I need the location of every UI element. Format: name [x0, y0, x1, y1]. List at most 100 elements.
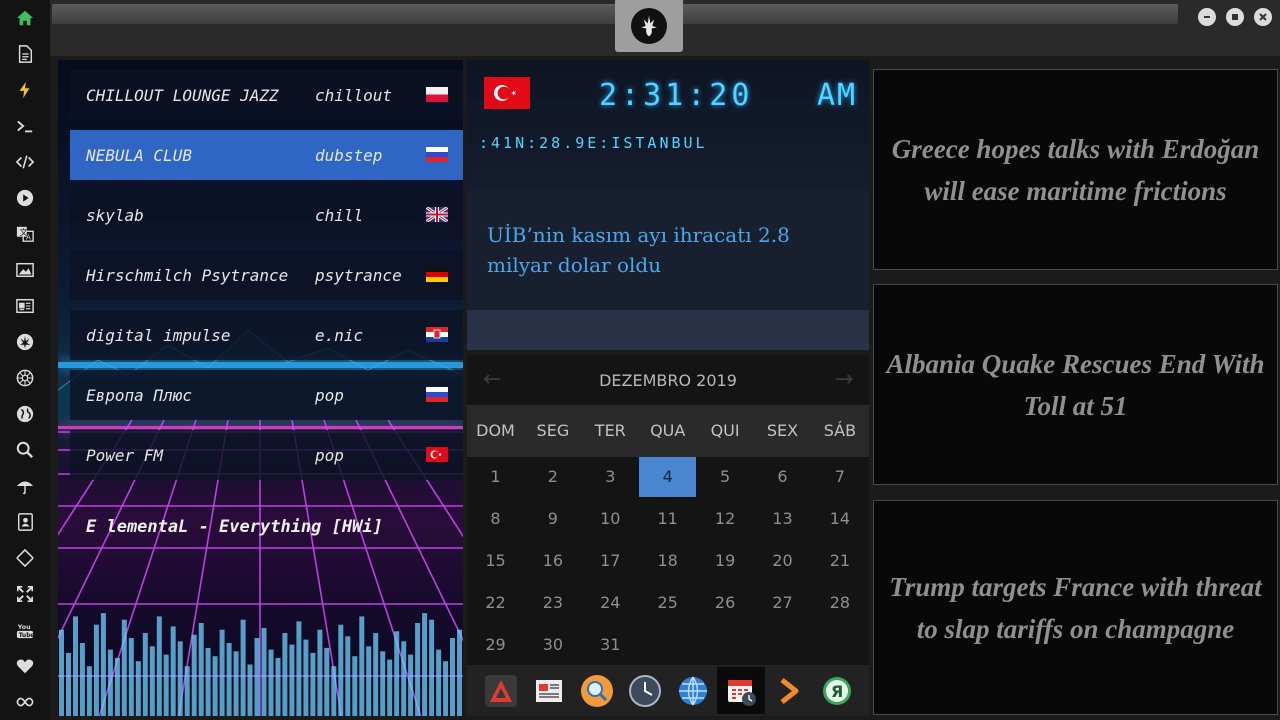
lightning-icon[interactable]: [10, 75, 40, 105]
calendar-date-cell[interactable]: 7: [811, 457, 868, 497]
headline-card-1[interactable]: Greece hopes talks with Erdoğan will eas…: [873, 69, 1278, 270]
calendar-next-arrow-icon[interactable]: →: [835, 367, 853, 392]
headline-card-3[interactable]: Trump targets France with threat to slap…: [873, 500, 1278, 715]
browser-globe-icon[interactable]: [669, 667, 717, 714]
station-row[interactable]: NEBULA CLUB dubstep: [70, 130, 463, 180]
calendar-date-cell[interactable]: 8: [467, 499, 524, 539]
minimize-button[interactable]: [1198, 8, 1216, 26]
radio-panel: CHILLOUT LOUNGE JAZZ chillout NEBULA CLUB d…: [58, 60, 463, 716]
app-dock: Я: [467, 665, 869, 716]
calendar-date-cell[interactable]: 3: [582, 457, 639, 497]
home-icon[interactable]: [10, 3, 40, 33]
newspaper-icon[interactable]: [525, 667, 573, 714]
calendar-date-cell[interactable]: 6: [754, 457, 811, 497]
calendar-date-cell[interactable]: 11: [639, 499, 696, 539]
image-icon[interactable]: [10, 255, 40, 285]
forward-arrow-icon[interactable]: [765, 667, 813, 714]
emblem-tab[interactable]: [615, 0, 683, 52]
calendar-date-cell[interactable]: 29: [467, 625, 524, 665]
launcher-icon[interactable]: [477, 667, 525, 714]
calendar-date-cell[interactable]: 19: [697, 541, 754, 581]
contacts-icon[interactable]: [10, 507, 40, 537]
empire-icon[interactable]: [10, 363, 40, 393]
calendar-date-cell[interactable]: 14: [811, 499, 868, 539]
translate-icon[interactable]: 文A: [10, 219, 40, 249]
play-icon[interactable]: [10, 183, 40, 213]
headline-card-2[interactable]: Albania Quake Rescues End With Toll at 5…: [873, 284, 1278, 485]
calendar-date-cell[interactable]: 1: [467, 457, 524, 497]
calendar-prev-arrow-icon[interactable]: ←: [483, 367, 501, 392]
calendar-date-cell[interactable]: 24: [582, 583, 639, 623]
calendar-date-cell[interactable]: 10: [582, 499, 639, 539]
calendar-date-cell[interactable]: 16: [524, 541, 581, 581]
calendar-date-cell[interactable]: 31: [582, 625, 639, 665]
expand-icon[interactable]: [10, 579, 40, 609]
calendar-date-cell[interactable]: 20: [754, 541, 811, 581]
station-row[interactable]: skylab chill: [70, 190, 463, 240]
station-row[interactable]: digital impulse e.nic: [70, 310, 463, 360]
transfer-icon[interactable]: [10, 543, 40, 573]
umbrella-icon[interactable]: [10, 471, 40, 501]
station-row[interactable]: CHILLOUT LOUNGE JAZZ chillout: [70, 70, 463, 120]
clock-ampm: AM: [817, 78, 858, 113]
close-button[interactable]: [1254, 8, 1272, 26]
calendar-date-cell[interactable]: 15: [467, 541, 524, 581]
station-row[interactable]: Hirschmilch Psytrance psytrance: [70, 250, 463, 300]
germany-flag-icon: [426, 267, 448, 282]
equalizer-bar: [296, 621, 302, 716]
calendar-date-cell[interactable]: 17: [582, 541, 639, 581]
calendar-date-cell[interactable]: 23: [524, 583, 581, 623]
headline-text[interactable]: Greece hopes talks with Erdoğan will eas…: [884, 128, 1267, 212]
equalizer-bar: [86, 666, 92, 716]
equalizer-bar: [359, 616, 365, 716]
calendar-today-cell[interactable]: 4: [639, 457, 697, 497]
news-icon[interactable]: [10, 291, 40, 321]
calendar-date-cell[interactable]: 26: [697, 583, 754, 623]
calendar-date-cell[interactable]: 21: [811, 541, 868, 581]
search-app-icon[interactable]: [573, 667, 621, 714]
equalizer-bar: [261, 628, 267, 716]
youtube-icon[interactable]: You Tube: [10, 615, 40, 645]
calendar-date-cell[interactable]: 5: [697, 457, 754, 497]
calendar-date-cell[interactable]: 2: [524, 457, 581, 497]
local-news-headline[interactable]: UİB’nin kasım ayı ihracatı 2.8 milyar do…: [487, 220, 857, 280]
terminal-icon[interactable]: [10, 111, 40, 141]
calendar-date-cell[interactable]: 9: [524, 499, 581, 539]
station-row[interactable]: Европа Плюс pop: [70, 370, 463, 420]
rebel-alliance-icon[interactable]: [10, 327, 40, 357]
heart-icon[interactable]: [10, 651, 40, 681]
clock-app-icon[interactable]: [621, 667, 669, 714]
calendar-date-cell[interactable]: 22: [467, 583, 524, 623]
station-genre: psytrance: [315, 265, 402, 285]
local-news-card[interactable]: UİB’nin kasım ayı ihracatı 2.8 milyar do…: [467, 190, 869, 310]
search-icon[interactable]: [10, 435, 40, 465]
calendar-date-cell[interactable]: 13: [754, 499, 811, 539]
equalizer-bar: [135, 661, 141, 716]
equalizer-bar: [233, 651, 239, 716]
code-icon[interactable]: [10, 147, 40, 177]
top-bar: [50, 0, 1280, 56]
globe-icon[interactable]: [10, 399, 40, 429]
calendar-date-cell[interactable]: 18: [639, 541, 696, 581]
calendar-date-cell[interactable]: 30: [524, 625, 581, 665]
clock-location: :41N:28.9E:ISTANBUL: [479, 134, 708, 152]
equalizer-bar: [184, 666, 190, 716]
yandex-icon[interactable]: Я: [813, 667, 861, 714]
equalizer-bar: [324, 647, 330, 716]
calendar-date-cell[interactable]: 25: [639, 583, 696, 623]
infinity-icon[interactable]: [10, 687, 40, 717]
turkey-flag-icon: [484, 77, 530, 109]
headline-text[interactable]: Trump targets France with threat to slap…: [884, 566, 1267, 650]
equalizer-bar: [457, 629, 462, 716]
calendar-date-cell[interactable]: 27: [754, 583, 811, 623]
headline-text[interactable]: Albania Quake Rescues End With Toll at 5…: [884, 343, 1267, 427]
svg-text:A: A: [26, 232, 31, 241]
calendar-date-cell[interactable]: 28: [811, 583, 868, 623]
audio-equalizer: [59, 613, 462, 716]
document-icon[interactable]: [10, 39, 40, 69]
equalizer-bar: [387, 659, 393, 716]
calendar-date-cell[interactable]: 12: [697, 499, 754, 539]
calendar-app-icon[interactable]: [717, 667, 765, 714]
maximize-button[interactable]: [1226, 8, 1244, 26]
station-row[interactable]: Power FM pop: [70, 430, 463, 480]
